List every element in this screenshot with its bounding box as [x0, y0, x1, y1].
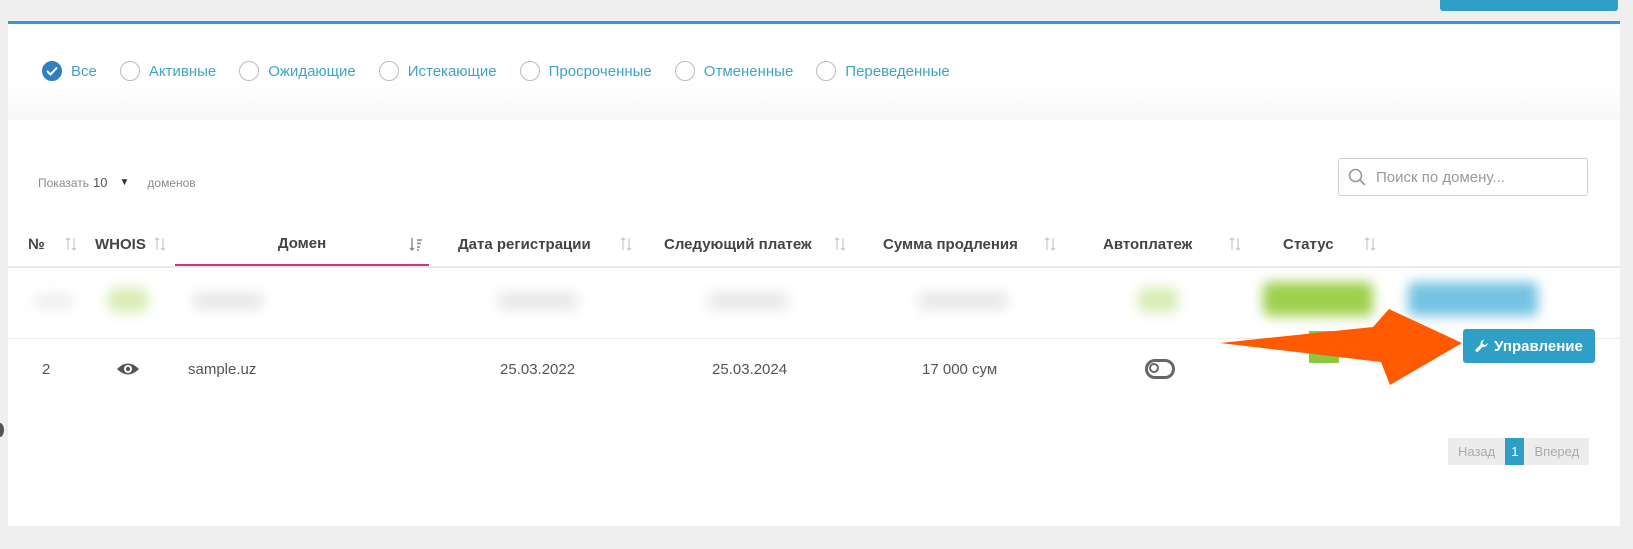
page-length-control: Показать 10 ▼ доменов	[38, 175, 196, 190]
radio-icon[interactable]	[519, 61, 540, 81]
sort-icon[interactable]	[154, 236, 166, 252]
domain-search	[1338, 158, 1588, 196]
sort-icon[interactable]	[1044, 236, 1056, 252]
search-input[interactable]	[1374, 167, 1578, 187]
toggle-off-icon[interactable]	[1145, 359, 1175, 379]
filter-active[interactable]: Активные	[119, 61, 217, 81]
column-next-payment[interactable]: Следующий платеж	[664, 223, 812, 266]
filter-transferred[interactable]: Переведенные	[816, 61, 950, 81]
radio-icon[interactable]	[816, 61, 837, 81]
eye-icon[interactable]	[116, 339, 140, 399]
column-label: Статус	[1283, 236, 1334, 253]
sort-icon[interactable]	[620, 236, 632, 252]
sort-icon[interactable]	[65, 236, 77, 252]
domains-card: Все Активные Ожидающие Истекающие Просро…	[8, 21, 1620, 526]
filter-label: Переведенные	[845, 62, 950, 80]
pagination-prev[interactable]: Назад	[1448, 438, 1506, 465]
pagination-next[interactable]: Вперед	[1524, 438, 1590, 465]
filter-label: Все	[71, 62, 97, 80]
pagination-page[interactable]: 1	[1505, 438, 1525, 465]
radio-checked-icon[interactable]	[42, 61, 62, 81]
pagination: Назад 1 Вперед	[1448, 438, 1590, 465]
column-autopay[interactable]: Автоплатеж	[1103, 223, 1192, 266]
column-status[interactable]: Статус	[1283, 223, 1334, 266]
manage-button-label: Управление	[1494, 337, 1583, 355]
registration-date: 25.03.2022	[500, 360, 576, 378]
sort-desc-icon[interactable]	[409, 236, 423, 252]
status-filters: Все Активные Ожидающие Истекающие Просро…	[42, 61, 973, 81]
next-payment-date: 25.03.2024	[712, 360, 788, 378]
wrench-icon	[1475, 339, 1488, 352]
sort-icon[interactable]	[834, 236, 846, 252]
status-badge	[1309, 331, 1339, 363]
column-registration-date[interactable]: Дата регистрации	[458, 223, 591, 266]
column-label: Сумма продления	[883, 236, 1018, 253]
table-row[interactable]: 2 sample.uz 25.03.2022 25.03.2024 17 000…	[8, 339, 1620, 399]
row-number: 2	[42, 360, 51, 378]
status-filter-bar: Все Активные Ожидающие Истекающие Просро…	[8, 24, 1620, 120]
filter-label: Отмененные	[703, 62, 794, 80]
column-label: WHOIS	[95, 236, 146, 253]
table-header: № WHOIS Домен Дата регистрации Следующий…	[8, 223, 1620, 268]
filter-cancelled[interactable]: Отмененные	[674, 61, 794, 81]
column-whois[interactable]: WHOIS	[95, 223, 146, 266]
filter-expiring[interactable]: Истекающие	[378, 61, 497, 81]
radio-icon[interactable]	[119, 61, 140, 81]
column-domain[interactable]: Домен	[175, 223, 429, 266]
caret-down-icon[interactable]: ▼	[119, 177, 129, 188]
column-label: Дата регистрации	[458, 236, 591, 253]
manage-button[interactable]: Управление	[1463, 329, 1595, 363]
edge-handle	[0, 423, 4, 437]
domain-name[interactable]: sample.uz	[188, 339, 256, 399]
top-action-button[interactable]	[1440, 0, 1618, 11]
search-icon	[1348, 168, 1366, 186]
column-label: №	[28, 236, 45, 253]
radio-icon[interactable]	[239, 61, 260, 81]
sort-icon[interactable]	[1364, 236, 1376, 252]
autopay-toggle[interactable]	[1145, 339, 1175, 399]
filter-label: Ожидающие	[268, 62, 356, 80]
filter-label: Активные	[148, 62, 217, 80]
length-prefix: Показать	[38, 175, 90, 190]
length-suffix: доменов	[147, 175, 196, 190]
filter-label: Истекающие	[407, 62, 497, 80]
renewal-amount: 17 000 сум	[922, 360, 998, 378]
radio-icon[interactable]	[674, 61, 695, 81]
filter-all[interactable]: Все	[42, 61, 97, 81]
filter-pending[interactable]: Ожидающие	[239, 61, 356, 81]
column-label: Домен	[277, 235, 327, 252]
length-select[interactable]: 10	[93, 175, 107, 190]
radio-icon[interactable]	[378, 61, 399, 81]
column-number[interactable]: №	[28, 223, 45, 266]
column-label: Автоплатеж	[1103, 236, 1193, 253]
sort-icon[interactable]	[1229, 236, 1241, 252]
filter-overdue[interactable]: Просроченные	[519, 61, 652, 81]
column-label: Следующий платеж	[664, 236, 812, 253]
filter-label: Просроченные	[548, 62, 652, 80]
blurred-table-row	[8, 268, 1620, 339]
column-renewal-amount[interactable]: Сумма продления	[883, 223, 1018, 266]
